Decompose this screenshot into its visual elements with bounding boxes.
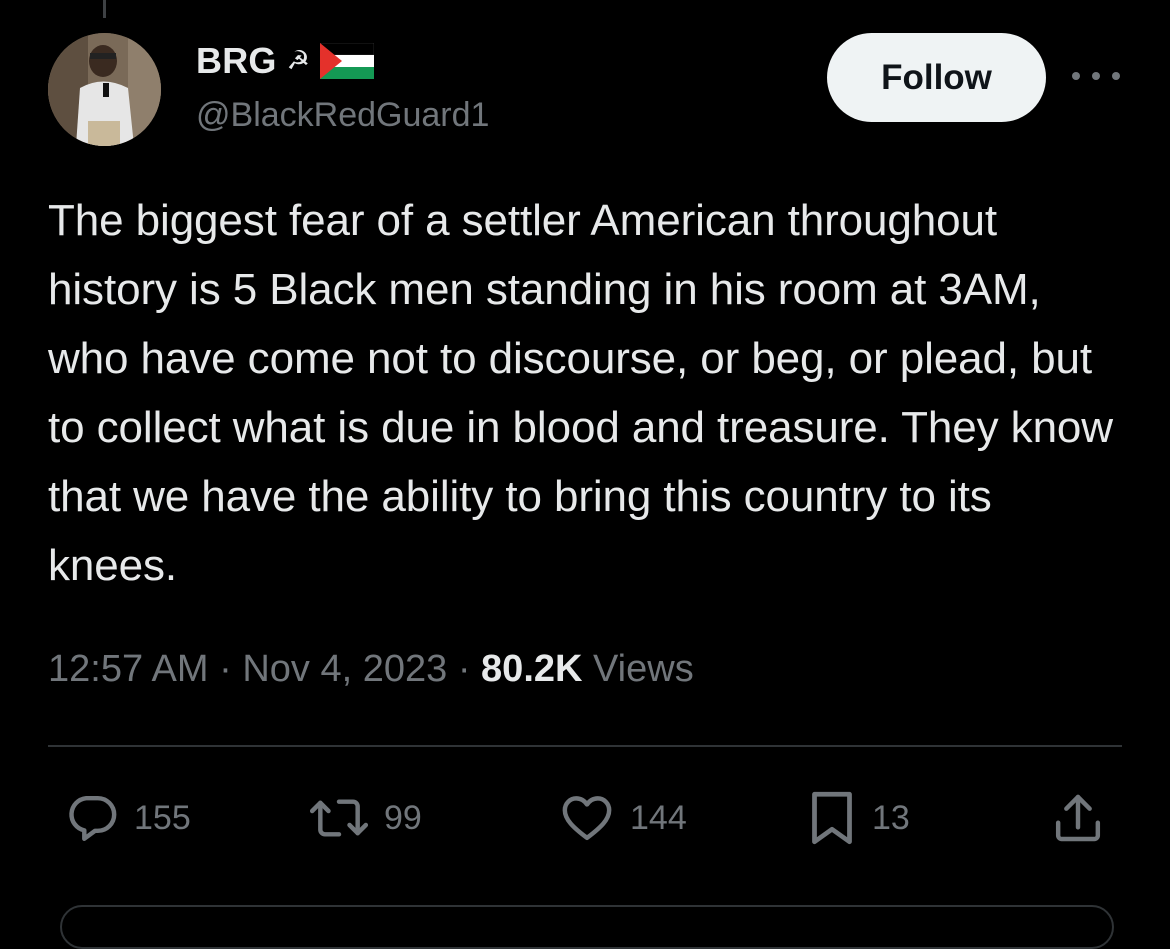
follow-button[interactable]: Follow <box>827 33 1046 122</box>
dot <box>1092 72 1100 80</box>
tweet-meta: 12:57 AM · Nov 4, 2023 · 80.2K Views <box>48 648 694 691</box>
share-button[interactable] <box>1050 785 1106 851</box>
views-label[interactable]: Views <box>593 648 694 690</box>
divider <box>48 745 1122 747</box>
action-bar: 155 99 144 13 <box>0 785 1170 851</box>
reply-button[interactable]: 155 <box>64 785 191 851</box>
like-count: 144 <box>630 798 687 837</box>
dot <box>1112 72 1120 80</box>
repost-button[interactable]: 99 <box>308 785 422 851</box>
hammer-sickle-emoji: ☭ <box>286 46 310 76</box>
bookmark-button[interactable]: 13 <box>806 785 910 851</box>
avatar[interactable] <box>48 33 161 146</box>
thread-connector-line <box>103 0 106 18</box>
author-name[interactable]: BRG <box>196 40 277 82</box>
views-count[interactable]: 80.2K <box>481 648 582 690</box>
tweet-text: The biggest fear of a settler American t… <box>48 196 1113 590</box>
bookmark-count: 13 <box>872 798 910 837</box>
repost-count: 99 <box>384 798 422 837</box>
heart-icon <box>562 796 612 841</box>
like-button[interactable]: 144 <box>558 785 687 851</box>
dot <box>1072 72 1080 80</box>
more-dots-icon[interactable] <box>1072 58 1120 94</box>
bookmark-icon <box>812 791 852 845</box>
tweet-time[interactable]: 12:57 AM <box>48 648 209 690</box>
reply-count: 155 <box>134 798 191 837</box>
meta-separator: · <box>457 648 471 690</box>
repost-icon <box>309 799 369 837</box>
author-display-name[interactable]: BRG ☭ <box>196 40 374 82</box>
share-icon <box>1055 794 1101 842</box>
author-handle[interactable]: @BlackRedGuard1 <box>196 96 489 135</box>
palestine-flag-icon <box>319 43 374 79</box>
meta-separator: · <box>219 648 232 690</box>
tweet-date[interactable]: Nov 4, 2023 <box>242 648 447 690</box>
reply-composer-bar[interactable] <box>60 905 1114 949</box>
avatar-photo <box>48 33 161 146</box>
reply-bubble-icon <box>69 795 117 841</box>
